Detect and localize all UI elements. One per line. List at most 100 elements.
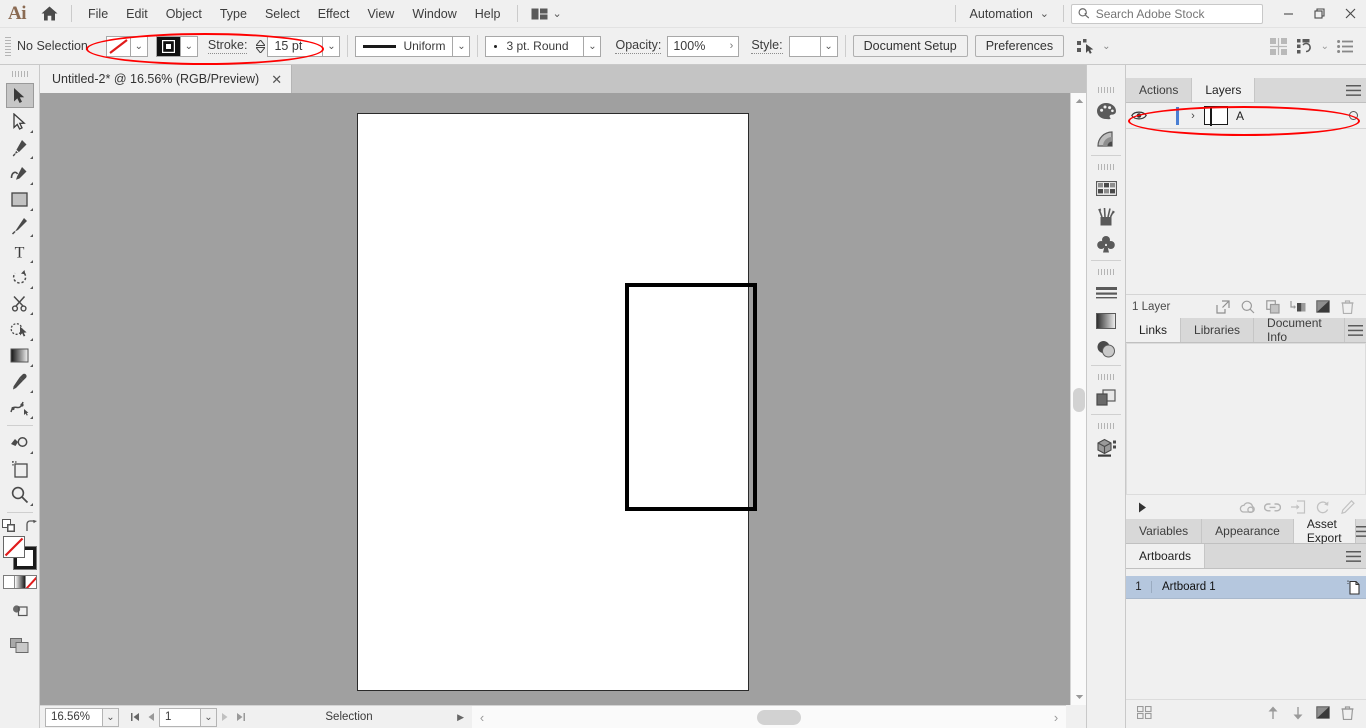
menu-object[interactable]: Object bbox=[157, 3, 211, 25]
document-tab[interactable]: Untitled-2* @ 16.56% (RGB/Preview) ✕ bbox=[40, 65, 293, 93]
move-up-icon[interactable] bbox=[1260, 702, 1285, 724]
stroke-weight-control[interactable]: 15 pt ⌄ bbox=[254, 35, 341, 57]
opacity-label[interactable]: Opacity: bbox=[615, 38, 662, 54]
next-artboard-icon[interactable] bbox=[217, 707, 233, 727]
none-swatch-button[interactable] bbox=[25, 576, 36, 588]
search-input[interactable] bbox=[1095, 6, 1256, 21]
go-to-link-icon[interactable] bbox=[1285, 496, 1310, 518]
transparency-panel-icon[interactable] bbox=[1091, 335, 1121, 363]
edit-original-icon[interactable] bbox=[1335, 496, 1360, 518]
layer-name[interactable]: A bbox=[1236, 109, 1349, 123]
curvature-tool[interactable] bbox=[6, 161, 34, 186]
control-bar-grip[interactable] bbox=[3, 36, 13, 56]
stroke-weight-input[interactable]: 15 pt bbox=[267, 35, 324, 57]
expand-layer-icon[interactable]: › bbox=[1186, 110, 1200, 122]
selection-tool[interactable] bbox=[5, 83, 34, 108]
vertical-scroll-thumb[interactable] bbox=[1073, 388, 1085, 412]
create-sublayer-icon[interactable] bbox=[1285, 296, 1310, 318]
panel-menu-icon[interactable] bbox=[1340, 78, 1366, 102]
scissors-tool[interactable] bbox=[6, 291, 34, 316]
artboard-options-icon[interactable] bbox=[1340, 580, 1366, 595]
tab-links[interactable]: Links bbox=[1126, 318, 1182, 342]
default-fill-stroke-icon[interactable] bbox=[1, 519, 16, 533]
dock-group-grip[interactable] bbox=[1098, 267, 1114, 277]
dock-group-grip[interactable] bbox=[1098, 162, 1114, 172]
scroll-left-icon[interactable]: ‹ bbox=[474, 706, 490, 728]
restore-icon[interactable] bbox=[1304, 0, 1335, 28]
scroll-down-icon[interactable] bbox=[1071, 689, 1087, 705]
tab-appearance[interactable]: Appearance bbox=[1202, 519, 1294, 543]
layers-list[interactable]: › A bbox=[1126, 103, 1366, 294]
update-link-icon[interactable] bbox=[1310, 496, 1335, 518]
direct-selection-tool[interactable] bbox=[6, 109, 34, 134]
panel-menu-icon[interactable] bbox=[1355, 519, 1366, 543]
eye-icon[interactable] bbox=[1126, 110, 1152, 121]
tab-document-info[interactable]: Document Info bbox=[1254, 316, 1345, 344]
minimize-icon[interactable] bbox=[1273, 0, 1304, 28]
swatches-panel-icon[interactable] bbox=[1091, 174, 1121, 202]
eyedropper-tool[interactable] bbox=[6, 369, 34, 394]
close-icon[interactable]: ✕ bbox=[271, 73, 282, 86]
fill-swatch[interactable] bbox=[105, 35, 131, 57]
shape-builder-tool[interactable] bbox=[6, 317, 34, 342]
rectangle-tool[interactable] bbox=[6, 187, 34, 212]
artboard-number-caret[interactable]: ⌄ bbox=[201, 707, 217, 727]
brush-definition-caret[interactable]: ⌄ bbox=[584, 35, 602, 57]
delete-artboard-icon[interactable] bbox=[1335, 702, 1360, 724]
gradient-panel-icon[interactable] bbox=[1091, 307, 1121, 335]
tab-variables[interactable]: Variables bbox=[1126, 519, 1203, 543]
tab-artboards[interactable]: Artboards bbox=[1126, 544, 1206, 568]
dock-group-grip[interactable] bbox=[1098, 372, 1114, 382]
align-icon[interactable] bbox=[1265, 37, 1292, 55]
gradient-swatch-button[interactable] bbox=[14, 576, 26, 588]
brushes-panel-icon[interactable] bbox=[1091, 202, 1121, 230]
color-guide-panel-icon[interactable] bbox=[1091, 125, 1121, 153]
rearrange-artboards-icon[interactable] bbox=[1132, 702, 1157, 724]
preferences-button[interactable]: Preferences bbox=[974, 35, 1065, 57]
rectangle-path[interactable] bbox=[625, 283, 757, 511]
close-icon[interactable] bbox=[1335, 0, 1366, 28]
width-profile-caret[interactable]: ⌄ bbox=[453, 35, 471, 57]
panel-menu-icon[interactable] bbox=[1344, 318, 1366, 342]
fill-color-indicator[interactable] bbox=[2, 536, 25, 558]
brush-definition-field[interactable]: 3 pt. Round bbox=[485, 35, 585, 57]
width-profile-control[interactable]: Uniform ⌄ bbox=[355, 35, 471, 57]
style-label[interactable]: Style: bbox=[751, 38, 783, 54]
delete-selection-icon[interactable] bbox=[1335, 296, 1360, 318]
fill-dropdown-caret[interactable]: ⌄ bbox=[130, 35, 148, 57]
canvas-horizontal-scrollbar[interactable]: ‹ › bbox=[472, 705, 1066, 728]
menu-select[interactable]: Select bbox=[256, 3, 309, 25]
zoom-tool[interactable] bbox=[6, 482, 34, 507]
stroke-color-control[interactable]: ⌄ bbox=[155, 35, 198, 57]
artboard-name[interactable]: Artboard 1 bbox=[1152, 581, 1340, 593]
stroke-weight-label[interactable]: Stroke: bbox=[207, 38, 248, 54]
canvas-area[interactable] bbox=[40, 93, 1070, 705]
expand-arrow-icon[interactable] bbox=[1132, 502, 1153, 513]
search-icon[interactable] bbox=[1235, 296, 1260, 318]
tab-actions[interactable]: Actions bbox=[1126, 78, 1193, 102]
select-similar-caret[interactable]: ⌄ bbox=[1099, 41, 1113, 52]
fill-color-control[interactable]: ⌄ bbox=[105, 35, 148, 57]
width-profile-field[interactable]: Uniform bbox=[355, 35, 454, 57]
artboard-number-input[interactable]: 1 bbox=[159, 707, 201, 727]
gradient-tool[interactable] bbox=[6, 343, 34, 368]
stroke-swatch[interactable] bbox=[155, 35, 181, 57]
links-list[interactable] bbox=[1126, 343, 1366, 495]
transform-caret[interactable]: ⌄ bbox=[1318, 41, 1332, 52]
screen-mode-button[interactable] bbox=[6, 633, 34, 658]
stroke-weight-caret[interactable]: ⌄ bbox=[323, 35, 341, 57]
menu-type[interactable]: Type bbox=[211, 3, 256, 25]
stock-search-box[interactable] bbox=[1071, 3, 1263, 24]
style-caret[interactable]: ⌄ bbox=[820, 35, 838, 57]
drawing-mode-button[interactable] bbox=[6, 597, 34, 622]
menu-file[interactable]: File bbox=[79, 3, 117, 25]
relink-icon[interactable] bbox=[1260, 496, 1285, 518]
last-artboard-icon[interactable] bbox=[233, 707, 249, 727]
panel-options-icon[interactable] bbox=[1332, 39, 1358, 53]
brush-definition-control[interactable]: 3 pt. Round ⌄ bbox=[485, 35, 602, 57]
tab-asset-export[interactable]: Asset Export bbox=[1293, 517, 1356, 545]
dock-group-grip[interactable] bbox=[1098, 421, 1114, 431]
color-swatch-button[interactable] bbox=[3, 576, 15, 588]
paintbrush-tool[interactable] bbox=[6, 213, 34, 238]
artboard-row[interactable]: 1 Artboard 1 bbox=[1126, 576, 1366, 599]
